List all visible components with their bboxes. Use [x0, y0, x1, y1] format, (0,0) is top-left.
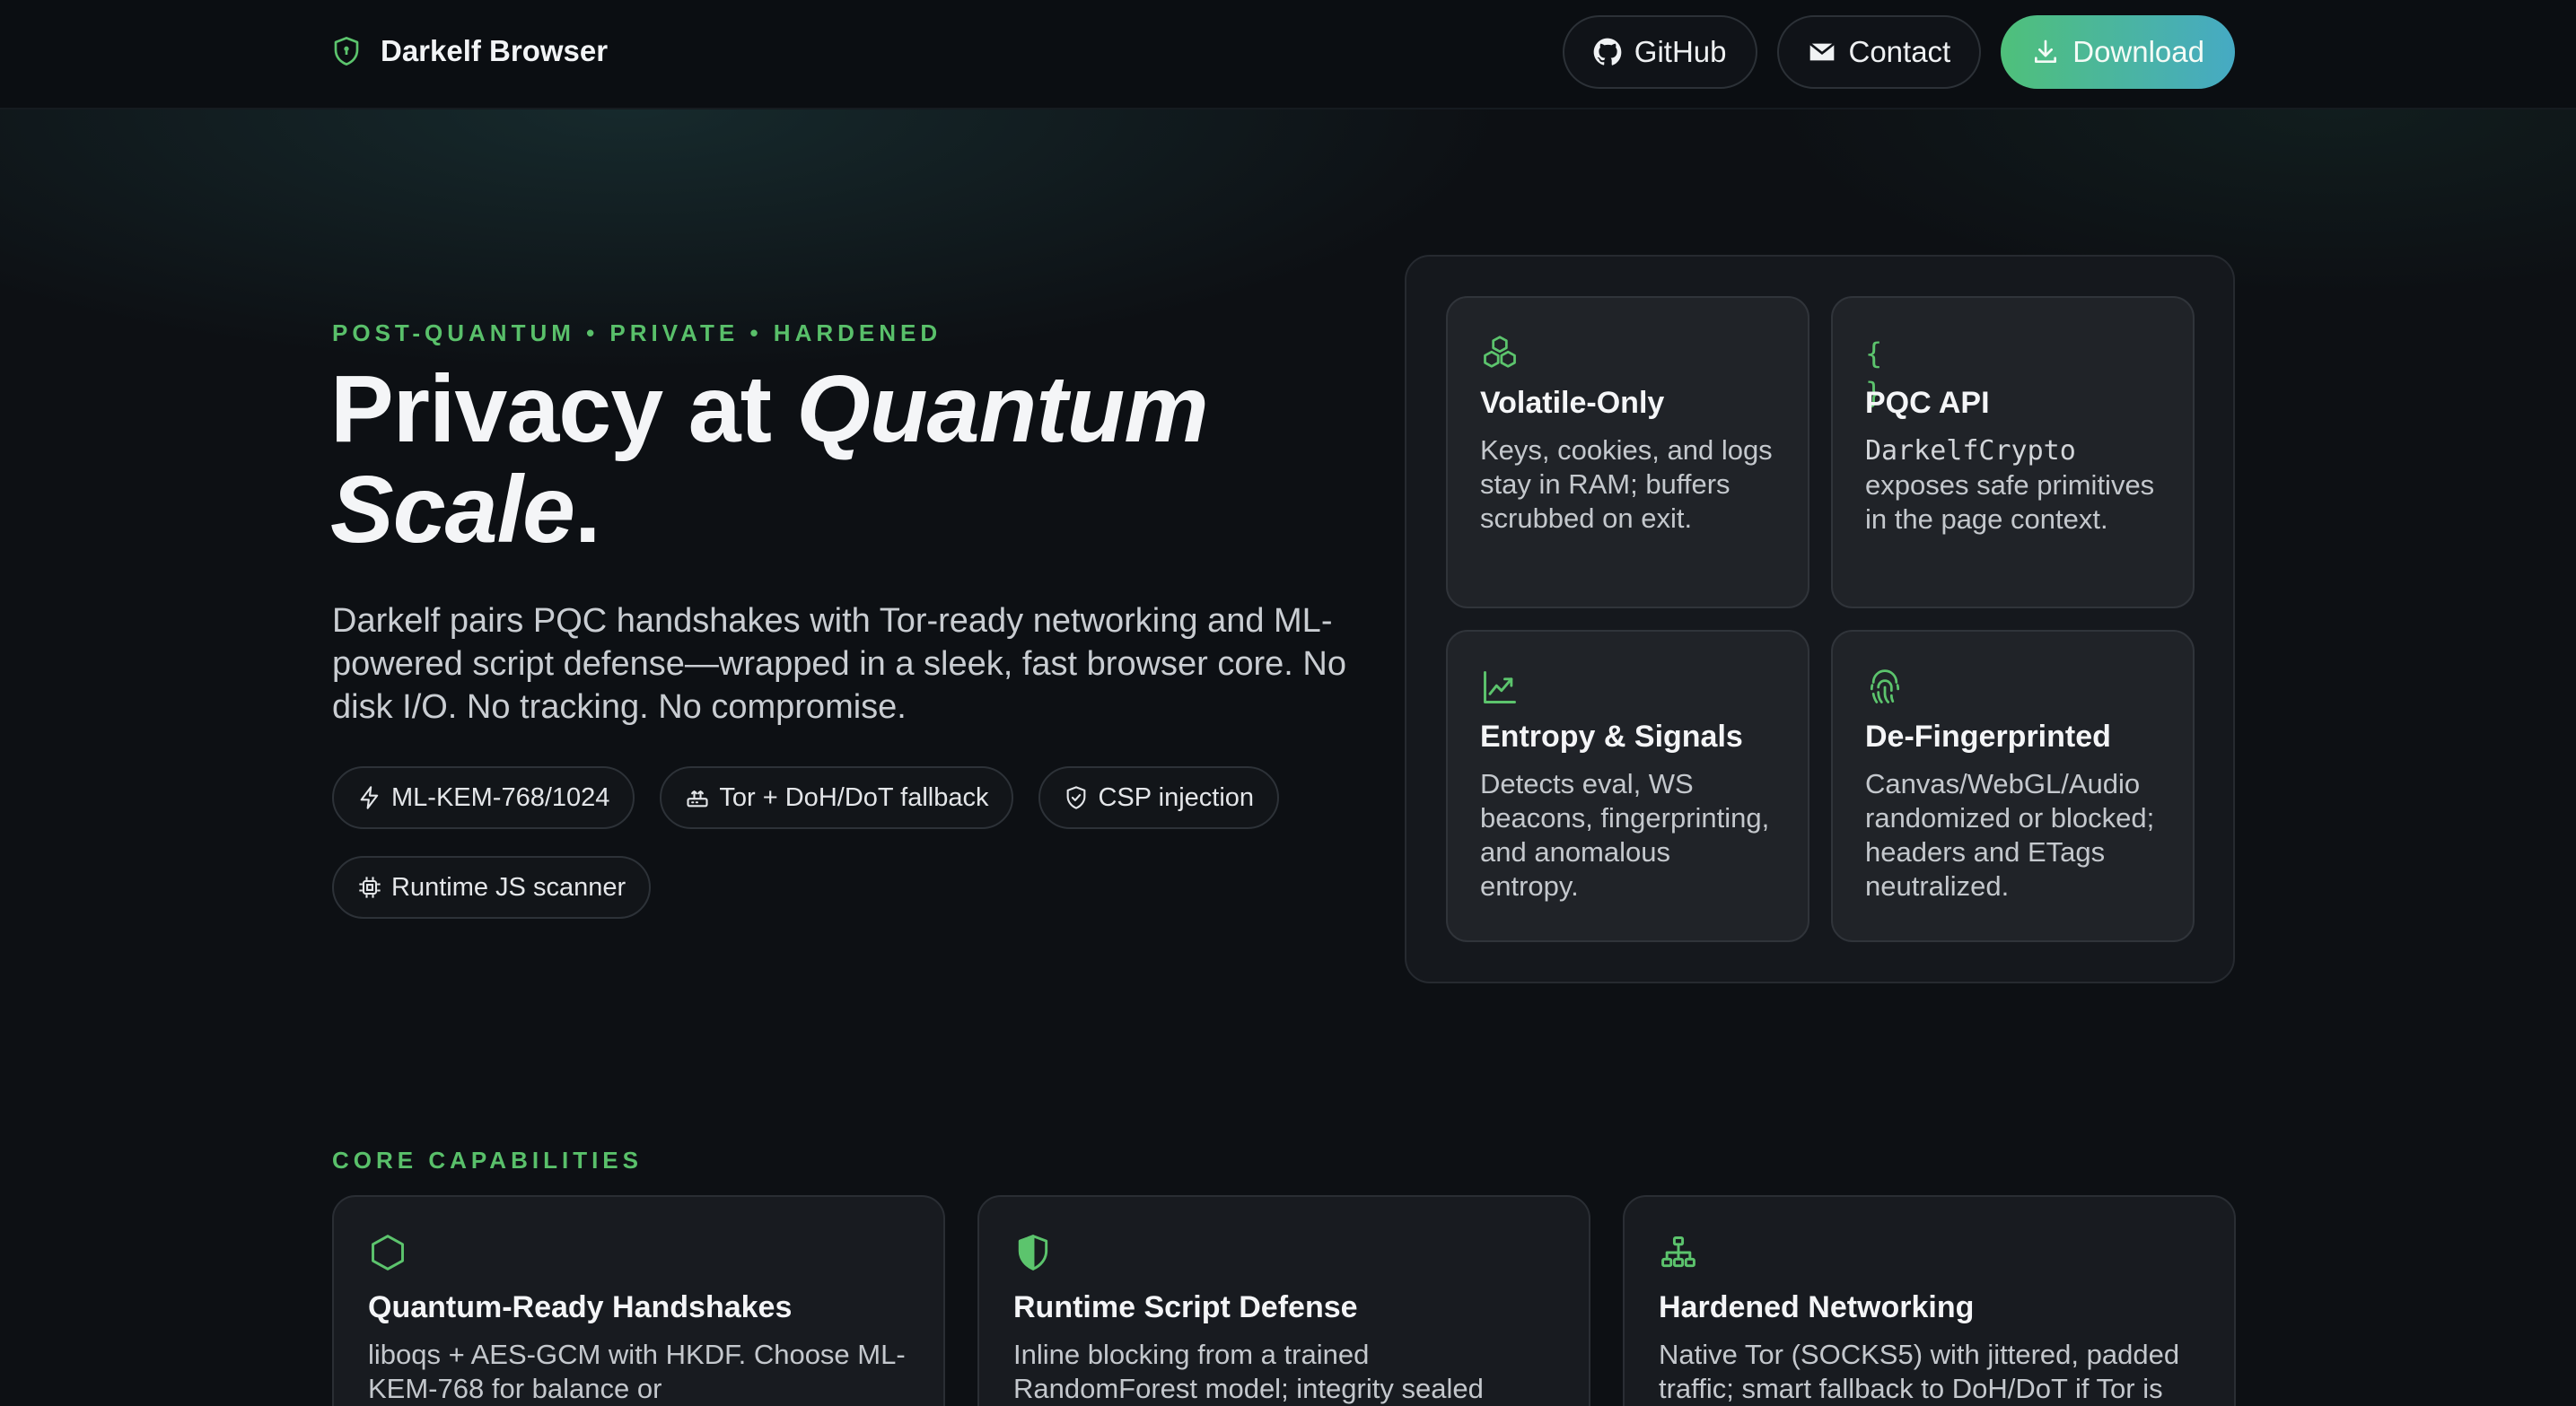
capability-title: Quantum-Ready Handshakes	[368, 1290, 793, 1324]
chip-csp-injection: CSP injection	[1038, 766, 1280, 829]
hexagon-icon	[368, 1233, 407, 1272]
brand[interactable]: Darkelf Browser	[332, 34, 608, 68]
feature-title: De-Fingerprinted	[1865, 720, 2111, 754]
top-nav-bar: Darkelf Browser GitHub Contact Download	[0, 0, 2576, 109]
hero-title-emphasis-quantum: Quantum	[796, 356, 1208, 462]
feature-card-pqc-api: { } PQC API DarkelfCrypto exposes safe p…	[1831, 296, 2195, 608]
shield-icon	[332, 35, 361, 67]
core-capabilities-label: CORE CAPABILITIES	[332, 1147, 643, 1174]
shield-half-icon	[1013, 1233, 1053, 1272]
feature-card-de-fingerprinted: De-Fingerprinted Canvas/WebGL/Audio rand…	[1831, 630, 2195, 942]
header-actions: GitHub Contact Download	[1562, 15, 2235, 89]
feature-text: DarkelfCrypto exposes safe primitives in…	[1865, 433, 2160, 537]
feature-card-entropy-signals: Entropy & Signals Detects eval, WS beaco…	[1446, 630, 1809, 942]
feature-text: Canvas/WebGL/Audio randomized or blocked…	[1865, 768, 2155, 902]
hero-title-suffix: .	[574, 457, 600, 563]
capability-card-quantum-handshakes: Quantum-Ready Handshakes liboqs + AES-GC…	[332, 1195, 945, 1406]
chip-tor-doh: Tor + DoH/DoT fallback	[660, 766, 1014, 829]
contact-button[interactable]: Contact	[1776, 15, 1982, 89]
brand-name: Darkelf Browser	[381, 34, 609, 67]
github-button[interactable]: GitHub	[1562, 15, 1757, 89]
capability-text: Inline blocking from a trained RandomFor…	[1013, 1339, 1484, 1404]
chip-runtime-js-scanner: Runtime JS scanner	[332, 856, 652, 919]
capability-text: Native Tor (SOCKS5) with jittered, padde…	[1659, 1339, 2180, 1404]
capability-title: Hardened Networking	[1659, 1290, 1975, 1324]
boxes-icon	[1480, 334, 1520, 373]
capability-card-runtime-script-defense: Runtime Script Defense Inline blocking f…	[977, 1195, 1590, 1406]
download-button[interactable]: Download	[2001, 15, 2235, 89]
hero-eyebrow: POST-QUANTUM • PRIVATE • HARDENED	[332, 319, 942, 346]
chip-label: Tor + DoH/DoT fallback	[719, 782, 989, 812]
feature-title: Volatile-Only	[1480, 386, 1665, 420]
feature-title: PQC API	[1865, 386, 1990, 420]
router-icon	[685, 785, 710, 810]
capability-text: liboqs + AES-GCM with HKDF. Choose ML-KE…	[368, 1339, 906, 1404]
chip-label: Runtime JS scanner	[391, 872, 626, 902]
capability-card-hardened-networking: Hardened Networking Native Tor (SOCKS5) …	[1623, 1195, 2236, 1406]
feature-text: Keys, cookies, and logs stay in RAM; buf…	[1480, 434, 1773, 534]
contact-label: Contact	[1848, 35, 1951, 68]
chip-label: CSP injection	[1098, 782, 1255, 812]
hero-title-prefix: Privacy at	[330, 356, 797, 462]
feature-card-volatile-only: Volatile-Only Keys, cookies, and logs st…	[1446, 296, 1809, 608]
download-label: Download	[2072, 35, 2204, 68]
fingerprint-icon	[1865, 668, 1905, 707]
hero-chips: ML-KEM-768/1024 Tor + DoH/DoT fallback C…	[332, 766, 1319, 919]
chip-ml-kem: ML-KEM-768/1024	[332, 766, 635, 829]
lightning-icon	[357, 785, 382, 810]
cpu-icon	[357, 875, 382, 900]
capability-title: Runtime Script Defense	[1013, 1290, 1358, 1324]
feature-code: DarkelfCrypto	[1865, 435, 2076, 467]
feature-panel: Volatile-Only Keys, cookies, and logs st…	[1405, 255, 2235, 983]
download-icon	[2031, 38, 2060, 66]
chart-line-icon	[1480, 668, 1520, 707]
hero-lead: Darkelf pairs PQC handshakes with Tor-re…	[332, 602, 1346, 726]
feature-title: Entropy & Signals	[1480, 720, 1743, 754]
github-icon	[1593, 38, 1622, 66]
hero-title: Privacy at Quantum Scale.	[330, 359, 1318, 560]
hero-title-emphasis-scale: Scale	[330, 457, 575, 563]
github-label: GitHub	[1634, 35, 1727, 68]
shield-check-icon	[1064, 785, 1089, 810]
envelope-icon	[1808, 38, 1836, 66]
feature-text-rest: exposes safe primitives in the page cont…	[1865, 469, 2155, 535]
chip-label: ML-KEM-768/1024	[391, 782, 610, 812]
braces-icon: { }	[1865, 336, 1887, 410]
network-icon	[1659, 1233, 1698, 1272]
feature-text: Detects eval, WS beacons, fingerprinting…	[1480, 768, 1770, 902]
